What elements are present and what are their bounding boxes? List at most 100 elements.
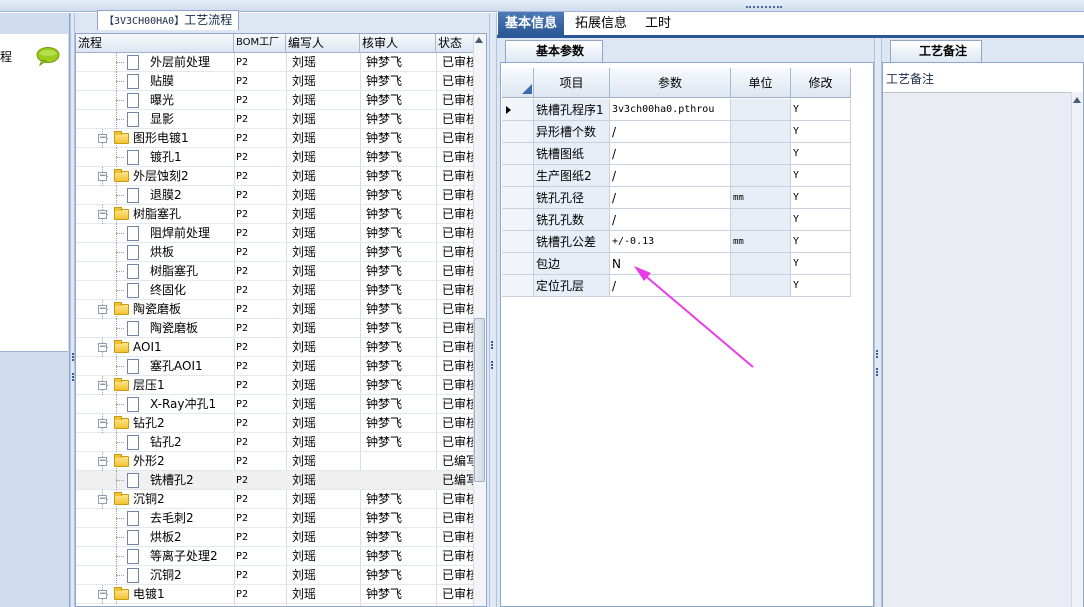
- param-modify-cell[interactable]: Y: [791, 209, 851, 231]
- right-splitter[interactable]: [874, 38, 882, 607]
- tree-node-label[interactable]: 外层前处理: [150, 53, 210, 72]
- param-modify-cell[interactable]: Y: [791, 121, 851, 143]
- tree-row[interactable]: − 树脂塞孔 P2 刘瑶 钟梦飞 已审核: [76, 205, 474, 224]
- tree-row[interactable]: − 外层蚀刻2 P2 刘瑶 钟梦飞 已审核: [76, 167, 474, 186]
- tree-node-label[interactable]: 终固化: [150, 281, 186, 300]
- param-unit-cell[interactable]: [731, 99, 791, 121]
- param-modify-cell[interactable]: Y: [791, 187, 851, 209]
- tree-row[interactable]: 外层前处理 P2 刘瑶 钟梦飞 已审核: [76, 53, 474, 72]
- row-indicator[interactable]: [502, 187, 534, 209]
- tree-node-label[interactable]: 外层蚀刻2: [133, 167, 189, 186]
- param-row[interactable]: 铣孔孔径 / mm Y: [502, 187, 872, 209]
- tree-row[interactable]: − 钻孔2 P2 刘瑶 钟梦飞 已审核: [76, 414, 474, 433]
- param-unit-cell[interactable]: [731, 143, 791, 165]
- collapse-toggle-icon[interactable]: −: [98, 457, 107, 466]
- tree-node-label[interactable]: 层压1: [133, 376, 165, 395]
- tree-row[interactable]: − 电镀1 P2 刘瑶 钟梦飞 已审核: [76, 585, 474, 604]
- process-notes-textarea[interactable]: [883, 92, 1083, 607]
- collapse-toggle-icon[interactable]: −: [98, 343, 107, 352]
- tree-row[interactable]: − 层压1 P2 刘瑶 钟梦飞 已审核: [76, 376, 474, 395]
- tree-node-label[interactable]: 沉铜2: [133, 490, 165, 509]
- tree-node-label[interactable]: 退膜2: [150, 186, 182, 205]
- grid-header-param[interactable]: 参数: [610, 68, 731, 98]
- tree-node-label[interactable]: 曝光: [150, 91, 174, 110]
- tree-node-label[interactable]: 镀孔1: [150, 148, 182, 167]
- tree-row[interactable]: − AOI1 P2 刘瑶 钟梦飞 已审核: [76, 338, 474, 357]
- notes-scroll-up-icon[interactable]: [1073, 97, 1081, 103]
- tree-node-label[interactable]: AOI1: [133, 338, 162, 357]
- param-row[interactable]: 异形槽个数 / Y: [502, 121, 872, 143]
- tree-node-label[interactable]: 等离子处理2: [150, 547, 218, 566]
- param-value-cell[interactable]: /: [610, 121, 731, 143]
- param-value-cell[interactable]: /: [610, 165, 731, 187]
- tree-scrollbar-thumb[interactable]: [474, 318, 485, 482]
- tree-row[interactable]: − 图形电镀1 P2 刘瑶 钟梦飞 已审核: [76, 129, 474, 148]
- collapse-toggle-icon[interactable]: −: [98, 210, 107, 219]
- tree-node-label[interactable]: 贴膜: [150, 72, 174, 91]
- tree-row[interactable]: 树脂塞孔 P2 刘瑶 钟梦飞 已审核: [76, 262, 474, 281]
- param-unit-cell[interactable]: mm: [731, 187, 791, 209]
- tree-row[interactable]: 铣槽孔2 P2 刘瑶 已编写: [76, 471, 474, 490]
- tree-row[interactable]: − 沉铜2 P2 刘瑶 钟梦飞 已审核: [76, 490, 474, 509]
- param-modify-cell[interactable]: Y: [791, 165, 851, 187]
- tree-row[interactable]: 阻焊前处理 P2 刘瑶 钟梦飞 已审核: [76, 224, 474, 243]
- tree-node-label[interactable]: 电镀1: [133, 585, 165, 604]
- tree-node-label[interactable]: 烘板2: [150, 528, 182, 547]
- collapse-toggle-icon[interactable]: −: [98, 381, 107, 390]
- param-modify-cell[interactable]: Y: [791, 99, 851, 121]
- tree-row[interactable]: 退膜2 P2 刘瑶 钟梦飞 已审核: [76, 186, 474, 205]
- tree-node-label[interactable]: 阻焊前处理: [150, 224, 210, 243]
- top-splitter-grip[interactable]: [746, 6, 782, 9]
- tree-row[interactable]: 曝光 P2 刘瑶 钟梦飞 已审核: [76, 91, 474, 110]
- column-header-writer[interactable]: 编写人: [286, 34, 360, 53]
- tree-node-label[interactable]: 图形电镀1: [133, 129, 189, 148]
- collapse-toggle-icon[interactable]: −: [98, 419, 107, 428]
- tree-row[interactable]: 烘板 P2 刘瑶 钟梦飞 已审核: [76, 243, 474, 262]
- tab-extended-info[interactable]: 拓展信息: [568, 12, 634, 35]
- tree-row[interactable]: 陶瓷磨板 P2 刘瑶 钟梦飞 已审核: [76, 319, 474, 338]
- tree-node-label[interactable]: 树脂塞孔: [150, 262, 198, 281]
- tree-node-label[interactable]: 外形2: [133, 452, 165, 471]
- row-indicator[interactable]: [502, 231, 534, 253]
- tree-row[interactable]: 显影 P2 刘瑶 钟梦飞 已审核: [76, 110, 474, 129]
- tree-row[interactable]: 贴膜 P2 刘瑶 钟梦飞 已审核: [76, 72, 474, 91]
- column-header-flow[interactable]: 流程: [76, 34, 234, 53]
- subtab-basic-params[interactable]: 基本参数: [505, 40, 604, 62]
- param-row[interactable]: 铣槽孔公差 +/-0.13 mm Y: [502, 231, 872, 253]
- tree-node-label[interactable]: 显影: [150, 110, 174, 129]
- tree-row[interactable]: 等离子处理2 P2 刘瑶 钟梦飞 已审核: [76, 547, 474, 566]
- tree-row[interactable]: − 外形2 P2 刘瑶 已编写: [76, 452, 474, 471]
- param-value-cell[interactable]: /: [610, 187, 731, 209]
- param-value-cell[interactable]: /: [610, 209, 731, 231]
- row-indicator[interactable]: [502, 209, 534, 231]
- column-header-bom[interactable]: BOM工厂: [234, 34, 286, 53]
- tab-work-hours[interactable]: 工时: [638, 12, 678, 35]
- row-indicator[interactable]: [502, 121, 534, 143]
- row-indicator[interactable]: [502, 99, 534, 121]
- tree-row[interactable]: 镀孔1 P2 刘瑶 钟梦飞 已审核: [76, 148, 474, 167]
- param-row[interactable]: 铣孔孔数 / Y: [502, 209, 872, 231]
- row-indicator[interactable]: [502, 253, 534, 275]
- param-modify-cell[interactable]: Y: [791, 231, 851, 253]
- grid-header-unit[interactable]: 单位: [731, 68, 791, 98]
- subtab-process-notes[interactable]: 工艺备注: [890, 40, 983, 62]
- tree-row[interactable]: 去毛刺2 P2 刘瑶 钟梦飞 已审核: [76, 509, 474, 528]
- collapse-toggle-icon[interactable]: −: [98, 134, 107, 143]
- param-unit-cell[interactable]: [731, 209, 791, 231]
- grid-header-item[interactable]: 项目: [534, 68, 610, 98]
- column-header-reviewer[interactable]: 核审人: [360, 34, 436, 53]
- param-row[interactable]: 铣槽图纸 / Y: [502, 143, 872, 165]
- param-modify-cell[interactable]: Y: [791, 253, 851, 275]
- tree-node-label[interactable]: 沉铜2: [150, 566, 182, 585]
- tree-node-label[interactable]: X-Ray冲孔1: [150, 395, 216, 414]
- tree-node-label[interactable]: 陶瓷磨板: [150, 319, 198, 338]
- chat-bubble-icon[interactable]: [36, 46, 60, 66]
- grid-header-modify[interactable]: 修改: [791, 68, 851, 98]
- tree-row[interactable]: 烘板2 P2 刘瑶 钟梦飞 已审核: [76, 528, 474, 547]
- tree-node-label[interactable]: 铣槽孔2: [150, 471, 194, 490]
- middle-splitter[interactable]: [489, 13, 497, 607]
- param-unit-cell[interactable]: [731, 121, 791, 143]
- tree-node-label[interactable]: 钻孔2: [133, 414, 165, 433]
- param-value-cell[interactable]: 3v3ch00ha0.pthrou: [610, 99, 731, 121]
- row-indicator[interactable]: [502, 143, 534, 165]
